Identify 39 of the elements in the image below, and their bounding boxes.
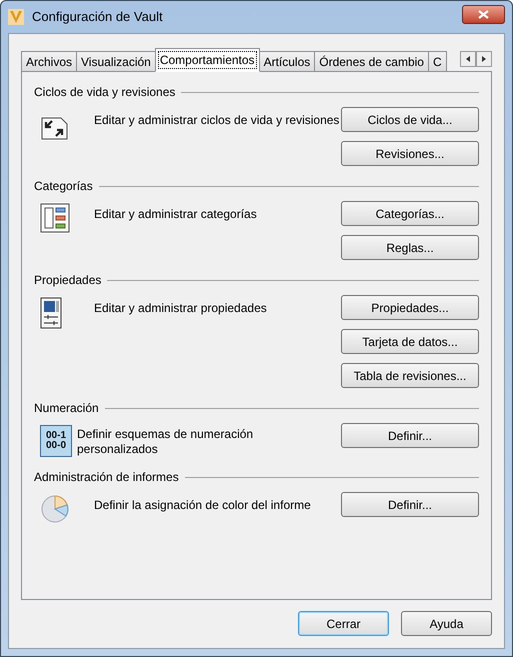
- section-button[interactable]: Revisiones...: [341, 141, 479, 166]
- section-title: Propiedades: [34, 272, 102, 289]
- section-button[interactable]: Definir...: [341, 423, 479, 448]
- section-button[interactable]: Tabla de revisiones...: [341, 363, 479, 388]
- section-title: Numeración: [34, 400, 99, 417]
- section-button[interactable]: Propiedades...: [341, 295, 479, 320]
- property-sheet-icon: [40, 297, 62, 329]
- tab[interactable]: Artículos: [258, 51, 316, 72]
- tab[interactable]: C: [428, 51, 447, 72]
- section-button[interactable]: Ciclos de vida...: [341, 107, 479, 132]
- left-arrow-icon: [466, 56, 470, 62]
- tab[interactable]: Archivos: [21, 51, 78, 72]
- section-description: Definir esquemas de numeración personalizados: [77, 426, 254, 457]
- app-logo-icon: [8, 9, 24, 25]
- section-title: Ciclos de vida y revisiones: [34, 84, 176, 101]
- numbering-icon: 00-1 00-0: [40, 425, 72, 457]
- section-description: Editar y administrar propiedades: [94, 300, 268, 317]
- section-button[interactable]: Definir...: [341, 492, 479, 517]
- tab[interactable]: Visualización: [76, 51, 156, 72]
- section-title: Administración de informes: [34, 469, 179, 486]
- dialog-button[interactable]: Ayuda: [401, 611, 492, 636]
- pie-chart-icon: [40, 494, 70, 524]
- close-button[interactable]: [462, 4, 505, 24]
- category-list-icon: [40, 203, 70, 233]
- section-button[interactable]: Categorías...: [341, 201, 479, 226]
- window-title: Configuración de Vault: [32, 8, 163, 26]
- section-button[interactable]: Tarjeta de datos...: [341, 329, 479, 354]
- section-description: Editar y administrar ciclos de vida y revisiones: [94, 112, 340, 129]
- scroll-left-button[interactable]: [460, 51, 476, 67]
- right-arrow-icon: [482, 56, 486, 62]
- close-icon: [478, 10, 489, 18]
- section-title: Categorías: [34, 178, 93, 195]
- scroll-right-button[interactable]: [476, 51, 492, 67]
- tab[interactable]: Órdenes de cambio: [314, 51, 429, 72]
- tab[interactable]: Comportamientos: [154, 48, 260, 72]
- section-description: Definir la asignación de color del informe: [94, 497, 312, 514]
- dialog-button[interactable]: Cerrar: [298, 611, 389, 636]
- section-description: Editar y administrar categorías: [94, 206, 258, 223]
- section-button[interactable]: Reglas...: [341, 235, 479, 260]
